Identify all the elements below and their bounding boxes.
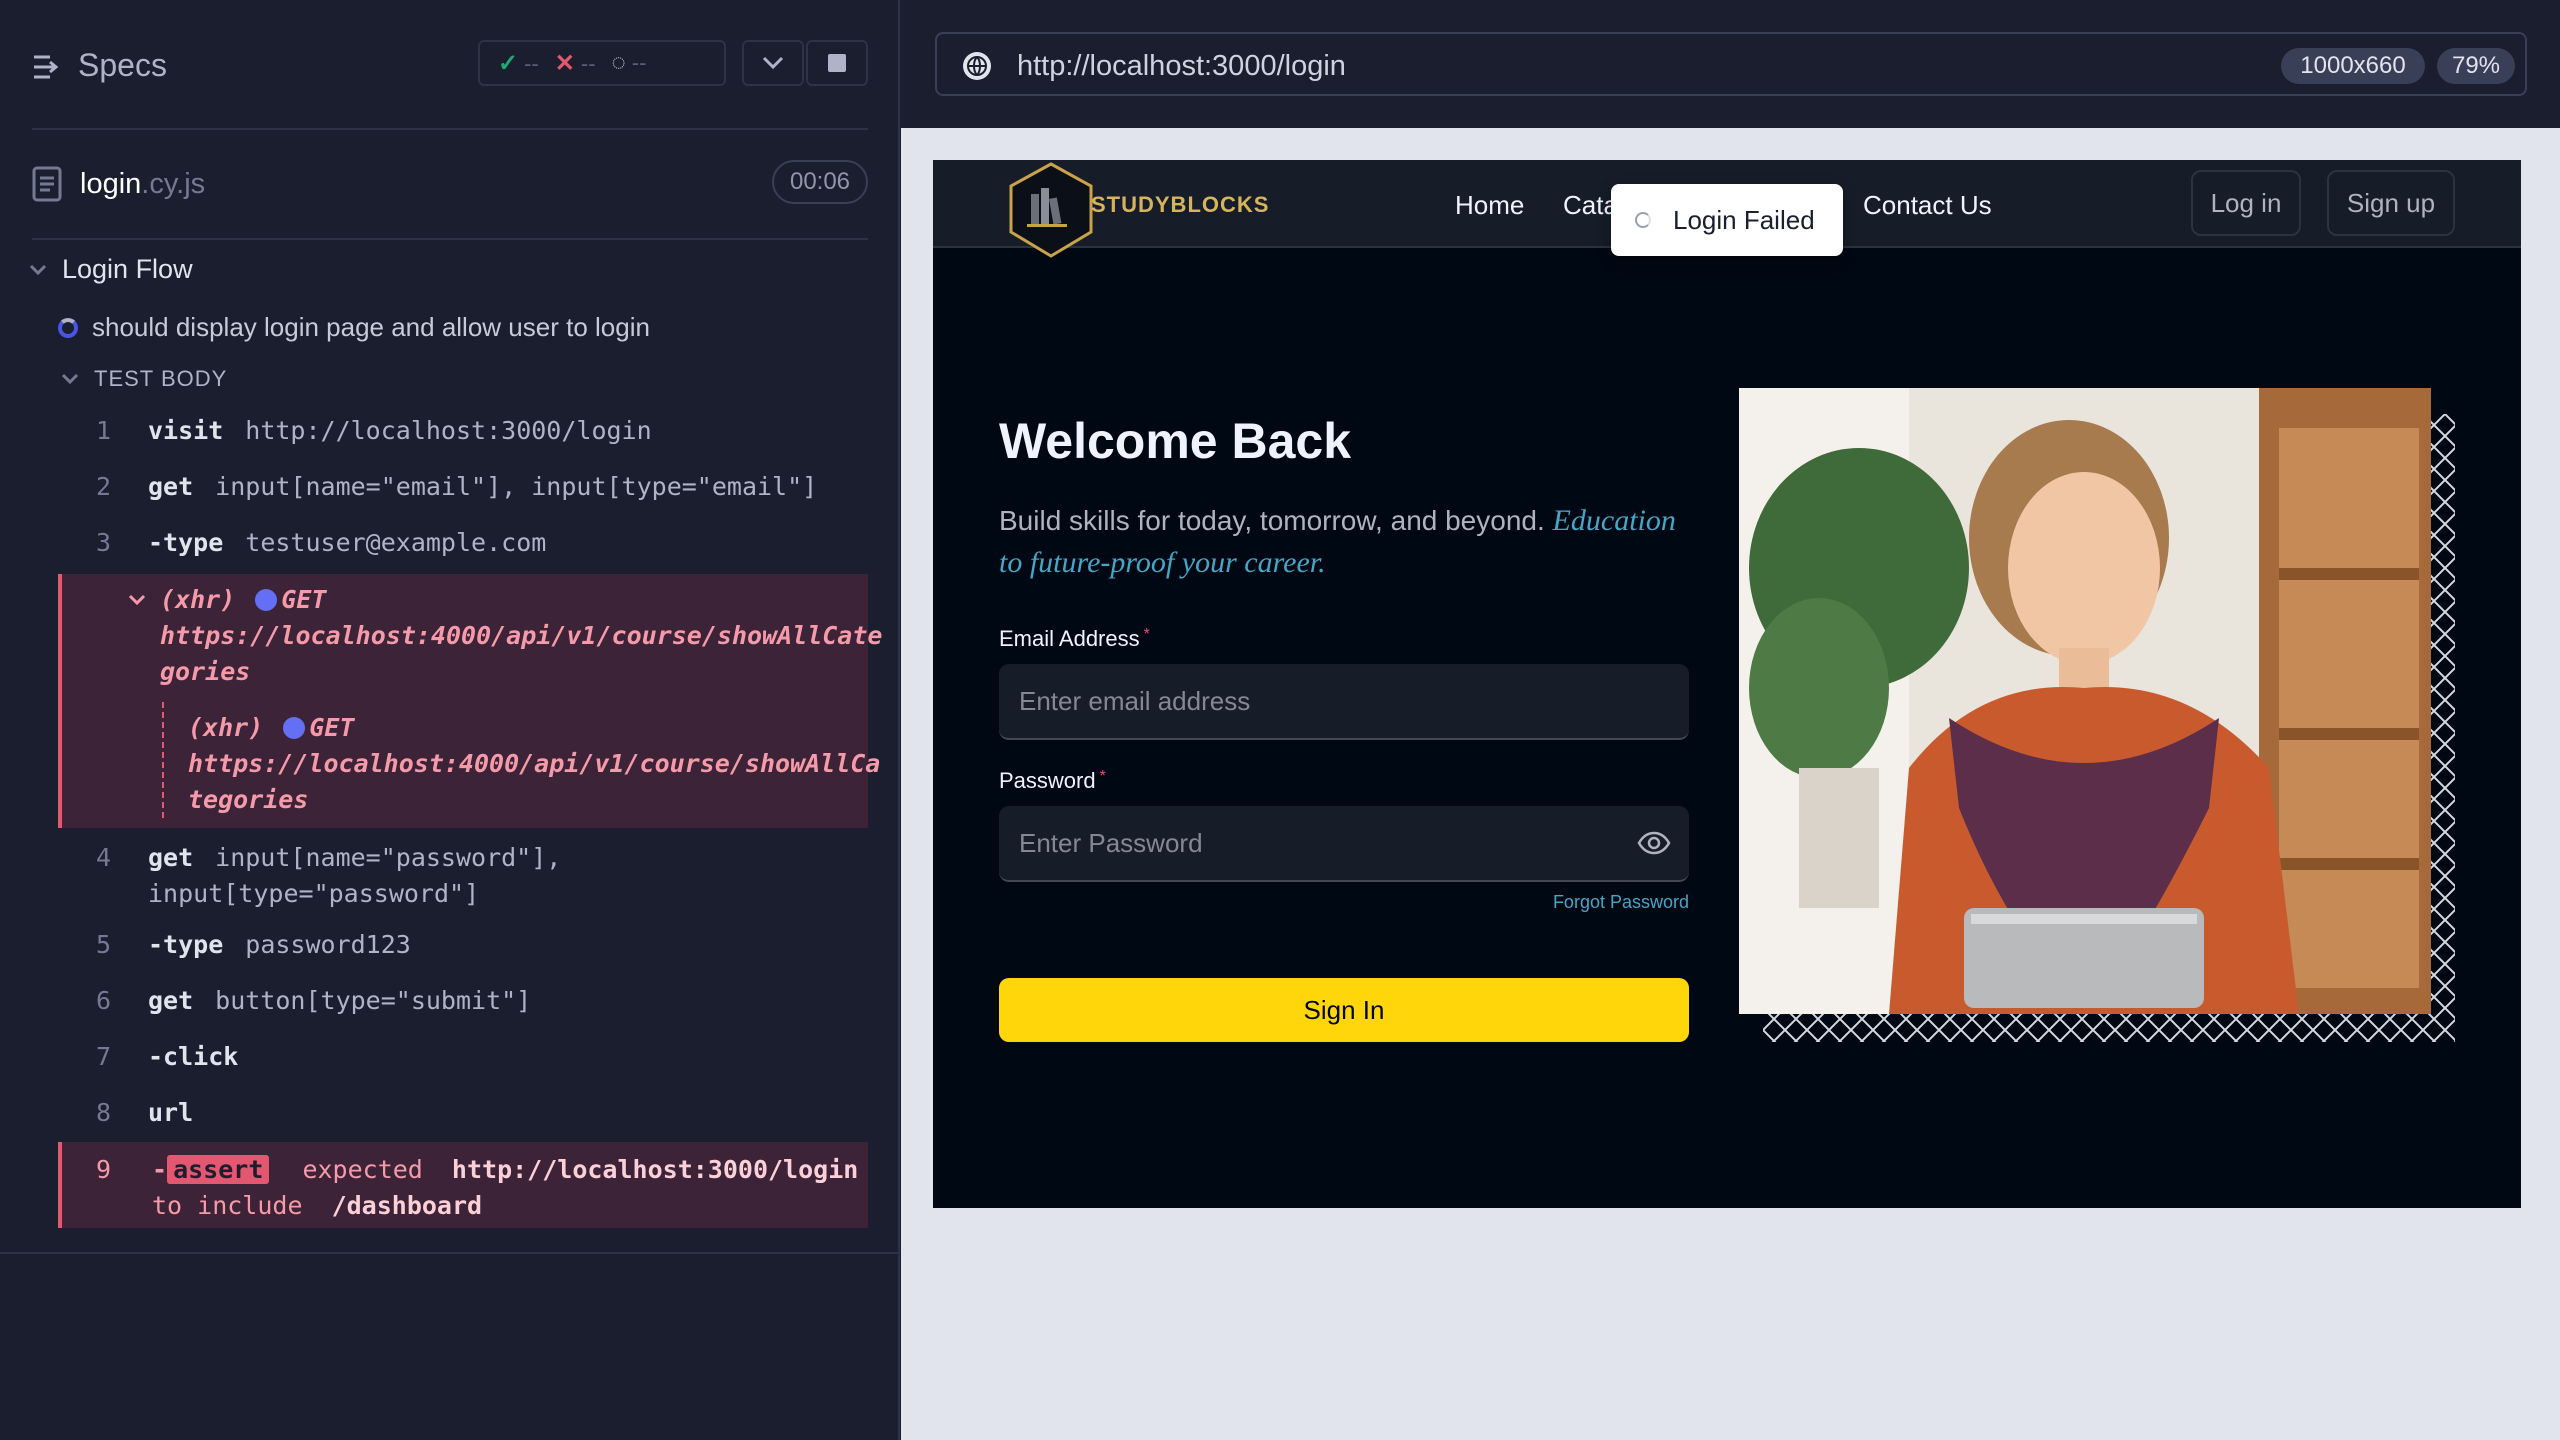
passed-stat: ✓ -- [498,49,539,77]
viewport-size-badge[interactable]: 1000x660 [2281,48,2425,84]
email-label: Email Address * [999,626,1150,651]
tagline: Build skills for today, tomorrow, and be… [999,504,1676,579]
app-viewport: STUDYBLOCKS Home Cata Contact Us Log in … [933,160,2521,1208]
forgot-password-link[interactable]: Forgot Password [1545,892,1689,913]
file-icon [32,166,62,202]
command-row[interactable]: 5 -type password123 [58,930,868,959]
chevron-down-icon [128,594,146,606]
command-row[interactable]: 7 -click [58,1042,868,1071]
failed-stat: ✕ -- [554,49,596,77]
xhr-request[interactable]: (xhr) GET https://localhost:4000/api/v1/c… [160,582,882,690]
request-dot-icon [283,717,306,739]
password-label: Password * [999,768,1106,793]
student-photo [1739,388,2431,1014]
specs-list-icon[interactable] [32,52,62,82]
check-icon: ✓ [498,49,519,77]
chevron-down-icon [61,373,79,385]
xhr-request-nested[interactable]: (xhr) GET https://localhost:4000/api/v1/c… [188,710,880,818]
logo-icon[interactable] [1003,160,1099,260]
url-text[interactable]: http://localhost:3000/login [1017,50,1346,83]
signup-button[interactable]: Sign up [2327,170,2455,236]
test-body-header[interactable]: TEST BODY [60,366,227,392]
running-spinner-icon [58,317,78,338]
email-field[interactable]: Enter email address [999,664,1689,740]
auto-scroll-button[interactable] [742,40,804,86]
browser-preview: http://localhost:3000/login 1000x660 79%… [901,0,2560,1440]
nav-home[interactable]: Home [1455,190,1524,221]
password-field[interactable]: Enter Password [999,806,1689,882]
test-runner-panel: Specs ✓ -- ✕ -- ◌ -- login.cy.js 00:06 Logi… [0,0,900,1440]
assert-error-row[interactable]: 9 - assert expected http://localhost:3000… [58,1142,868,1228]
specs-title[interactable]: Specs [78,47,167,84]
test-stats: ✓ -- ✕ -- ◌ -- [478,40,726,86]
eye-icon[interactable] [1637,830,1671,856]
test-title[interactable]: should display login page and allow user… [58,312,650,343]
command-row[interactable]: 2 get input[name="email"], input[type="ema… [58,472,868,501]
spec-file-name: login.cy.js [80,168,206,200]
nested-divider [162,702,164,818]
chevron-down-icon [29,264,47,275]
runner-header: Specs ✓ -- ✕ -- ◌ -- [0,0,900,130]
divider [0,1252,900,1254]
nav-contact[interactable]: Contact Us [1863,190,1992,221]
x-icon: ✕ [554,49,575,77]
brand-name: STUDYBLOCKS [1091,192,1270,217]
request-dot-icon [255,589,278,611]
loading-icon [1635,212,1651,228]
divider [32,238,868,240]
command-row[interactable]: 6 get button[type="submit"] [58,986,868,1015]
login-failed-toast: Login Failed [1611,184,1843,256]
command-row[interactable]: 4 get input[name="password"], input[type=… [58,840,868,912]
sign-in-button[interactable]: Sign In [999,978,1689,1042]
command-row[interactable]: 8 url [58,1098,868,1127]
duration-badge: 00:06 [772,160,868,204]
pending-icon: ◌ [611,49,626,76]
assert-badge: assert [167,1155,270,1184]
command-row[interactable]: 1 visit http://localhost:3000/login [58,416,868,445]
stop-button[interactable] [806,40,868,86]
pending-stat: ◌ -- [611,49,647,76]
xhr-error-block[interactable]: (xhr) GET https://localhost:4000/api/v1/c… [58,574,882,828]
divider [32,128,868,130]
zoom-badge[interactable]: 79% [2437,48,2515,84]
url-bar[interactable]: http://localhost:3000/login 1000x660 79% [935,32,2527,96]
nav-catalog[interactable]: Cata [1563,190,1618,221]
login-button[interactable]: Log in [2191,170,2301,236]
url-bar-container: http://localhost:3000/login 1000x660 79% [901,0,2560,128]
chevron-down-icon [762,56,784,70]
command-row[interactable]: 3 -type testuser@example.com [58,528,868,557]
globe-icon [963,52,991,80]
suite-title[interactable]: Login Flow [28,254,193,285]
stop-icon [828,54,846,72]
page-title: Welcome Back [999,413,1352,469]
